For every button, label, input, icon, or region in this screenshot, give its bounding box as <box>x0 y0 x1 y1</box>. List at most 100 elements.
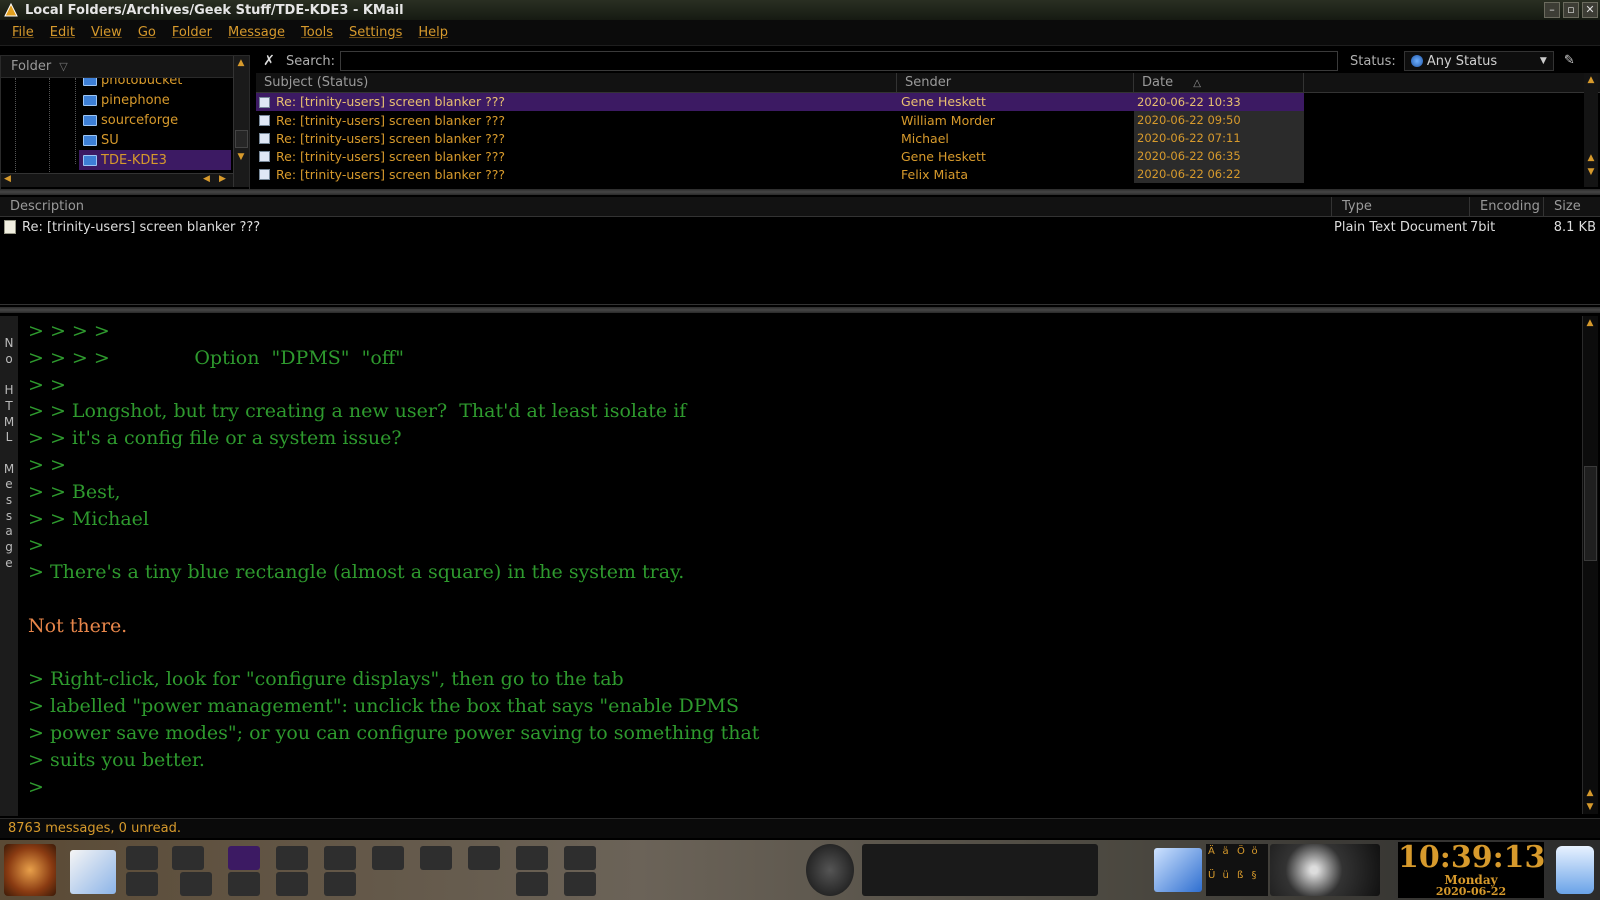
folder-icon <box>83 114 97 126</box>
message-row[interactable]: Re: [trinity-users] screen blanker ??? G… <box>256 93 1600 111</box>
start-menu-icon[interactable] <box>4 844 56 896</box>
char-glyph[interactable]: Ü <box>1208 870 1223 894</box>
char-glyph[interactable]: § <box>1252 870 1267 894</box>
menu-folder[interactable]: Folder <box>164 25 220 40</box>
column-encoding[interactable]: Encoding <box>1470 197 1544 216</box>
char-glyph[interactable]: Ä <box>1208 846 1223 870</box>
text-document-icon <box>4 220 16 234</box>
text-editor-icon[interactable] <box>70 850 116 894</box>
title-bar: Local Folders/Archives/Geek Stuff/TDE-KD… <box>0 0 1600 20</box>
mime-part-row[interactable]: Re: [trinity-users] screen blanker ??? P… <box>0 217 1600 237</box>
char-glyph[interactable]: ß <box>1237 870 1252 894</box>
column-sender[interactable]: Sender <box>897 73 1134 92</box>
task-button[interactable] <box>564 872 596 896</box>
task-button[interactable] <box>372 846 404 870</box>
task-button[interactable] <box>172 846 204 870</box>
column-date[interactable]: Date △ <box>1134 73 1304 92</box>
clock[interactable]: 10:39:13 Monday 2020-06-22 <box>1398 842 1545 898</box>
status-filter-select[interactable]: Any Status ▼ <box>1403 51 1554 71</box>
task-button[interactable] <box>324 872 356 896</box>
task-button[interactable] <box>420 846 452 870</box>
folder-item-pinephone[interactable]: pinephone <box>83 90 170 110</box>
message-row[interactable]: Re: [trinity-users] screen blanker ??? W… <box>256 111 1600 129</box>
message-body-scrollbar[interactable]: ▲ ▲ ▼ <box>1582 316 1598 814</box>
task-button[interactable] <box>564 846 596 870</box>
search-input[interactable] <box>340 51 1338 71</box>
task-button[interactable] <box>468 846 500 870</box>
scrollbar-thumb[interactable] <box>1584 466 1597 561</box>
scroll-down-icon[interactable]: ▼ <box>234 150 248 164</box>
kmail-task-button[interactable] <box>228 846 260 870</box>
task-button[interactable] <box>276 846 308 870</box>
folder-item-sourceforge[interactable]: sourceforge <box>83 110 178 130</box>
scroll-up-icon[interactable]: ▲ <box>234 56 248 70</box>
message-subject: Re: [trinity-users] screen blanker ??? <box>276 130 506 146</box>
folder-item-tde-kde3[interactable]: TDE-KDE3 <box>79 150 231 170</box>
scroll-up-icon[interactable]: ▲ <box>1583 316 1597 330</box>
folder-column-header[interactable]: Folder ▽ <box>1 56 249 78</box>
folder-item-photobucket[interactable]: photobucket <box>83 78 182 90</box>
message-list-scrollbar[interactable]: ▲ ▲ ▼ <box>1584 73 1598 187</box>
taskbar: Ä ä Ö ö Ü ü ß § 10:39:13 Monday 2020-06-… <box>0 840 1600 900</box>
task-button[interactable] <box>228 872 260 896</box>
folder-vertical-scrollbar[interactable]: ▲ ▼ <box>233 56 249 187</box>
char-glyph[interactable]: ä <box>1223 846 1238 870</box>
task-button[interactable] <box>126 872 158 896</box>
char-glyph[interactable]: ö <box>1252 846 1267 870</box>
scroll-down-icon[interactable]: ▼ <box>1584 165 1598 179</box>
task-button[interactable] <box>180 872 212 896</box>
task-button[interactable] <box>516 846 548 870</box>
splitter[interactable] <box>0 307 1600 313</box>
task-button[interactable] <box>126 846 158 870</box>
column-subject[interactable]: Subject (Status) <box>256 73 897 92</box>
minimize-button[interactable]: – <box>1544 2 1560 18</box>
menu-go[interactable]: Go <box>130 25 164 40</box>
close-button[interactable]: ✕ <box>1582 2 1598 18</box>
menu-tools[interactable]: Tools <box>293 25 341 40</box>
menu-message[interactable]: Message <box>220 25 293 40</box>
column-description[interactable]: Description <box>0 197 1332 216</box>
pager-icon[interactable] <box>806 844 854 896</box>
scroll-right-icon[interactable]: ▶ <box>219 174 226 184</box>
quoted-line: > Right-click, look for "configure displ… <box>28 668 624 691</box>
message-row[interactable]: Re: [trinity-users] screen blanker ??? M… <box>256 129 1600 147</box>
menu-help[interactable]: Help <box>410 25 456 40</box>
menu-file[interactable]: File <box>4 25 42 40</box>
task-button[interactable] <box>516 872 548 896</box>
trash-icon[interactable] <box>1556 846 1594 894</box>
scroll-up-icon[interactable]: ▲ <box>1583 786 1597 800</box>
folder-icon <box>83 134 97 146</box>
html-mode-indicator[interactable]: No HTML Message <box>0 316 18 816</box>
folder-item-su[interactable]: SU <box>83 130 119 150</box>
message-row[interactable]: Re: [trinity-users] screen blanker ??? F… <box>256 165 1600 183</box>
folder-label: pinephone <box>101 92 170 108</box>
tag-icon[interactable]: ✎ <box>1564 53 1580 69</box>
clear-search-icon[interactable]: ✗ <box>260 52 278 70</box>
scroll-up-icon[interactable]: ▲ <box>1584 73 1598 87</box>
world-map-applet[interactable] <box>1270 844 1380 896</box>
maximize-button[interactable]: ▫ <box>1563 2 1579 18</box>
status-icon <box>1410 55 1423 67</box>
splitter[interactable] <box>0 189 1600 195</box>
menu-edit[interactable]: Edit <box>42 25 83 40</box>
side-label-char: e <box>5 477 13 492</box>
chevron-down-icon: ▼ <box>1539 56 1547 66</box>
task-button[interactable] <box>324 846 356 870</box>
char-glyph[interactable]: ü <box>1223 870 1238 894</box>
browser-icon[interactable] <box>1154 848 1202 892</box>
column-size[interactable]: Size <box>1544 197 1600 216</box>
scroll-up-icon[interactable]: ▲ <box>1584 151 1598 165</box>
folder-horizontal-scrollbar[interactable]: ◀ ◀ ▶ <box>1 173 233 187</box>
side-label-char <box>0 367 18 383</box>
menu-view[interactable]: View <box>83 25 130 40</box>
column-type[interactable]: Type <box>1332 197 1470 216</box>
scroll-down-icon[interactable]: ▼ <box>1583 800 1597 814</box>
scroll-left-icon[interactable]: ◀ <box>203 174 210 184</box>
menu-settings[interactable]: Settings <box>341 25 410 40</box>
scroll-left-icon[interactable]: ◀ <box>4 174 11 184</box>
char-glyph[interactable]: Ö <box>1237 846 1252 870</box>
message-row[interactable]: Re: [trinity-users] screen blanker ??? G… <box>256 147 1600 165</box>
message-date: 2020-06-22 07:11 <box>1134 129 1304 147</box>
task-button[interactable] <box>276 872 308 896</box>
keyboard-char-selector[interactable]: Ä ä Ö ö Ü ü ß § <box>1206 844 1268 896</box>
